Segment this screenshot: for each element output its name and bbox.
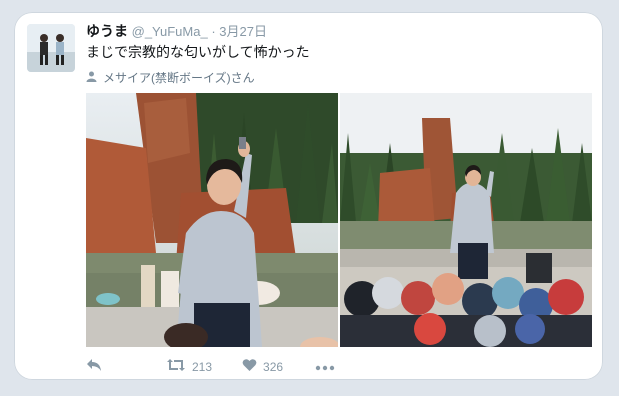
heart-icon (242, 358, 257, 375)
tagged-user[interactable]: メサイア(禁断ボーイズ)さん (86, 69, 255, 86)
tweet-text: まじで宗教的な匂いがして怖かった (86, 44, 310, 60)
tweet-date[interactable]: 3月27日 (219, 24, 267, 39)
photo-right[interactable] (340, 93, 592, 347)
photo-grid (86, 93, 592, 347)
tagged-user-label: メサイア(禁断ボーイズ)さん (103, 71, 255, 85)
display-name[interactable]: ゆうま (86, 23, 128, 39)
photo-left[interactable] (86, 93, 338, 347)
retweet-icon (166, 358, 186, 375)
more-icon (315, 360, 335, 374)
like-button[interactable]: 326 (242, 358, 283, 375)
retweet-count: 213 (192, 359, 213, 374)
tweet-header: ゆうま @_YuFuMa_ · 3月27日 (86, 21, 267, 41)
separator: · (211, 24, 216, 39)
reply-icon (86, 358, 102, 375)
avatar[interactable] (27, 24, 75, 72)
like-count: 326 (263, 359, 284, 374)
person-icon (86, 71, 97, 85)
user-handle[interactable]: @_YuFuMa_ (132, 24, 208, 39)
more-button[interactable] (315, 360, 335, 374)
reply-button[interactable] (86, 358, 102, 375)
retweet-button[interactable]: 213 (166, 358, 212, 375)
tweet-card[interactable]: ゆうま @_YuFuMa_ · 3月27日 まじで宗教的な匂いがして怖かった メ… (14, 12, 603, 380)
tweet-actions: 213 326 (86, 358, 335, 375)
